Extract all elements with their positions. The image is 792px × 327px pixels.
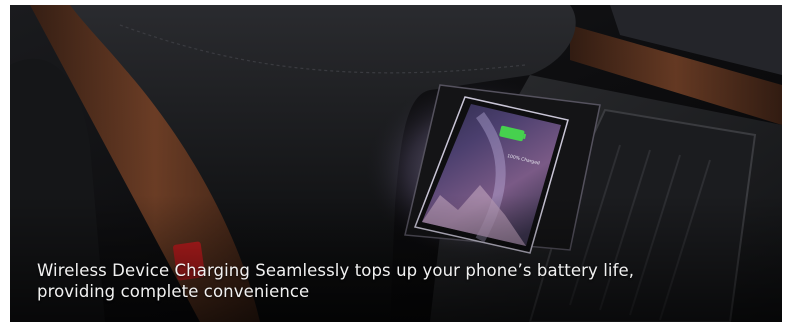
hero-image: 100% Charged Wireless Device Charging Se… <box>10 5 782 322</box>
feature-caption: Wireless Device Charging Seamlessly tops… <box>37 261 635 301</box>
caption-shade <box>10 195 782 322</box>
